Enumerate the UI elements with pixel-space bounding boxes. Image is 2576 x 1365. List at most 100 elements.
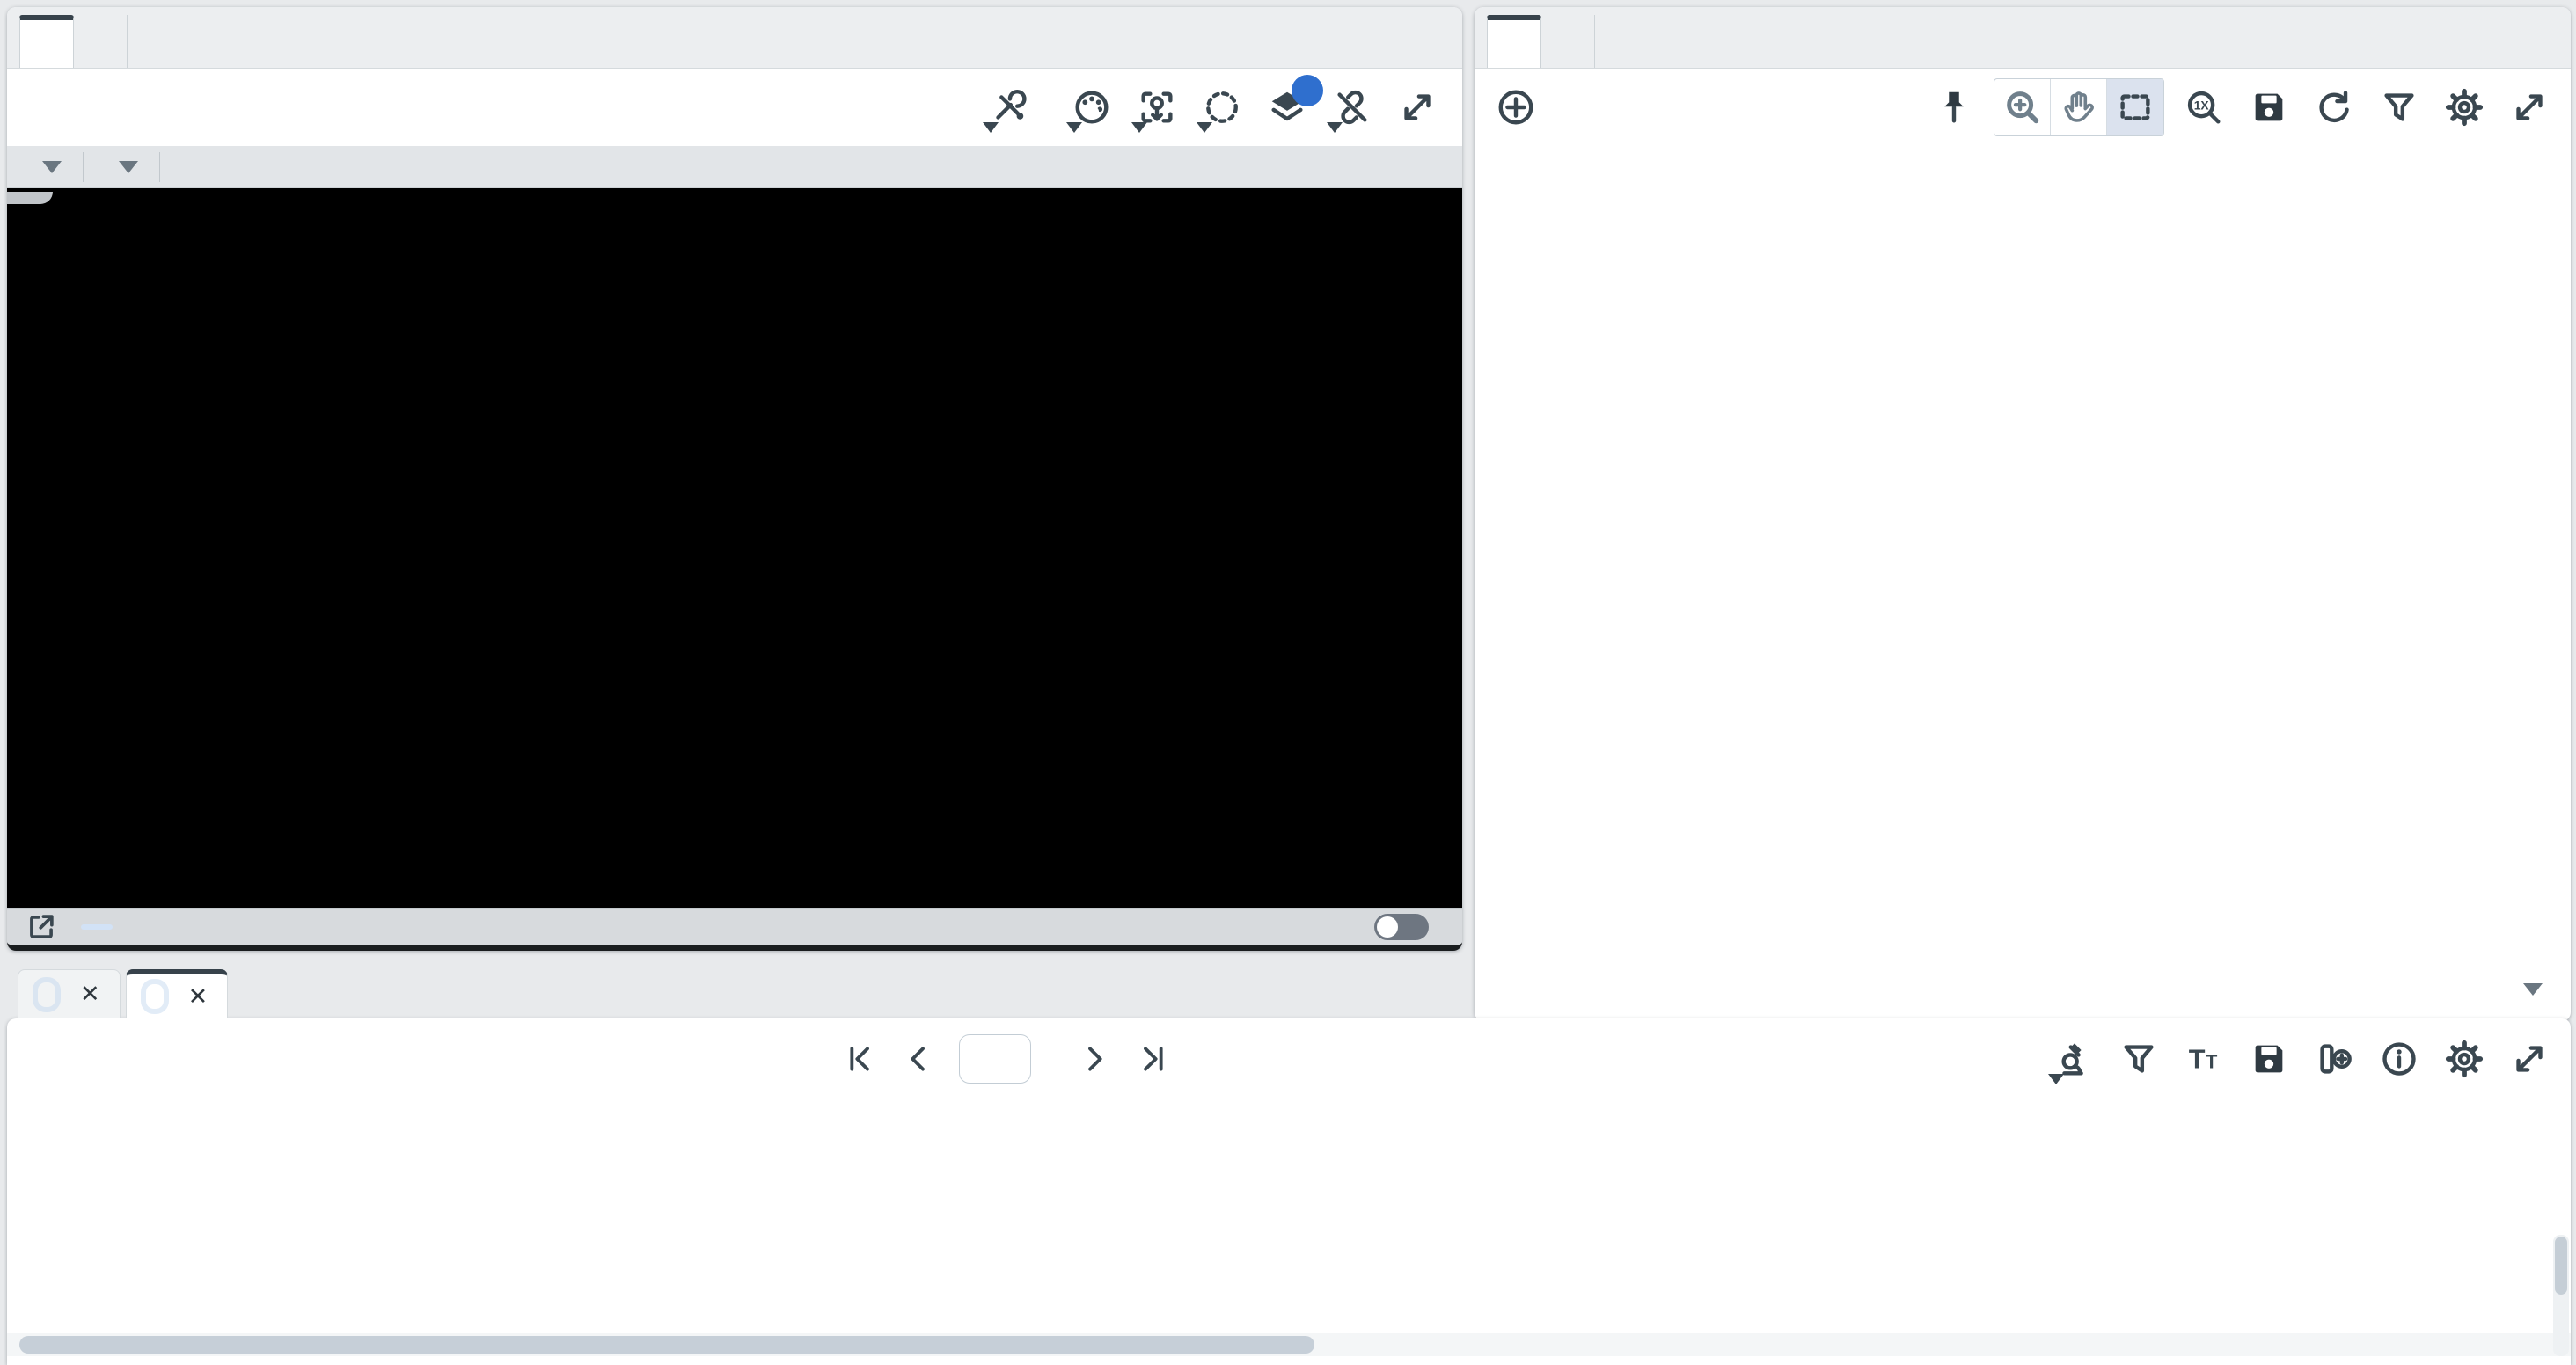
filter-table-button[interactable] bbox=[2111, 1032, 2166, 1086]
page-number-input[interactable] bbox=[959, 1034, 1031, 1084]
recenter-button[interactable] bbox=[1130, 80, 1184, 135]
circle-plus-icon bbox=[1496, 87, 1536, 128]
table-settings-button[interactable] bbox=[2437, 1032, 2492, 1086]
text-view-button[interactable] bbox=[2177, 1032, 2231, 1086]
chart-toolbar bbox=[1475, 69, 2571, 146]
gear-icon bbox=[2444, 87, 2485, 128]
close-icon[interactable]: ✕ bbox=[80, 981, 100, 1008]
projection-dropdown[interactable] bbox=[84, 146, 159, 187]
zoom-mode-button[interactable] bbox=[1994, 79, 2051, 135]
text-Tt-icon bbox=[2184, 1039, 2224, 1079]
color-palette-button[interactable] bbox=[1065, 80, 1119, 135]
vertical-scrollbar[interactable] bbox=[2553, 1235, 2569, 1356]
coverage-toolbar bbox=[7, 69, 1462, 146]
next-page-icon[interactable] bbox=[1077, 1041, 1112, 1077]
tools-button[interactable] bbox=[981, 80, 1036, 135]
last-page-icon[interactable] bbox=[1135, 1041, 1170, 1077]
sky-image bbox=[7, 188, 1462, 908]
hand-icon bbox=[2059, 87, 2099, 128]
layers-button[interactable] bbox=[1260, 80, 1314, 135]
table-toolbar bbox=[2041, 1018, 2562, 1099]
dropdown-caret-icon bbox=[1131, 122, 1147, 133]
survey-overlay-label bbox=[7, 192, 53, 204]
table-info-button[interactable] bbox=[2372, 1032, 2426, 1086]
tab-data-product[interactable] bbox=[74, 15, 128, 68]
select-rect-icon bbox=[2115, 87, 2155, 128]
collapse-table-chevron-icon[interactable] bbox=[2523, 983, 2543, 996]
table-color-dot bbox=[146, 984, 164, 1009]
sky-coverage-view[interactable] bbox=[7, 188, 1462, 908]
chart-settings-button[interactable] bbox=[2437, 80, 2492, 135]
tab-details[interactable] bbox=[1541, 15, 1595, 68]
save-chart-button[interactable] bbox=[2242, 80, 2296, 135]
prev-page-icon[interactable] bbox=[901, 1041, 936, 1077]
open-in-new-icon bbox=[25, 910, 58, 944]
dropdown-caret-icon bbox=[1066, 122, 1082, 133]
pin-icon bbox=[1934, 87, 1974, 128]
coverage-panel bbox=[7, 7, 1462, 951]
expand-button[interactable] bbox=[1390, 80, 1445, 135]
table-panel bbox=[7, 1018, 2571, 1365]
gear-icon bbox=[2444, 1039, 2485, 1079]
add-chart-button[interactable] bbox=[1489, 80, 1543, 135]
scatter-chart[interactable] bbox=[1475, 146, 2571, 1021]
open-in-new-button[interactable] bbox=[21, 909, 62, 945]
click-lock-toggle[interactable] bbox=[1374, 914, 1429, 940]
filter-funnel-icon bbox=[2119, 1039, 2159, 1079]
hscroll-thumb[interactable] bbox=[19, 1336, 1314, 1354]
chart-panel bbox=[1475, 7, 2571, 1021]
expand-icon bbox=[2509, 87, 2550, 128]
dropdown-caret-icon bbox=[2048, 1074, 2064, 1084]
layers-count-badge bbox=[1292, 75, 1323, 106]
chart-mode-group bbox=[1994, 78, 2164, 136]
expand-table-button[interactable] bbox=[2502, 1032, 2557, 1086]
chevron-down-icon bbox=[42, 161, 62, 173]
coverage-statusbar bbox=[7, 908, 1462, 951]
zoom-1x-icon bbox=[2184, 87, 2224, 128]
save-icon bbox=[2249, 87, 2289, 128]
save-table-button[interactable] bbox=[2242, 1032, 2296, 1086]
info-icon bbox=[2379, 1039, 2419, 1079]
tab-active-chart[interactable] bbox=[1487, 15, 1541, 68]
expand-icon bbox=[1397, 87, 1438, 128]
rotate-icon bbox=[2314, 87, 2354, 128]
expand-icon bbox=[2509, 1039, 2550, 1079]
hips-moc-dropdown[interactable] bbox=[7, 146, 83, 187]
toggle-knob bbox=[1377, 916, 1398, 938]
table-tab-2[interactable]: ✕ bbox=[126, 969, 229, 1018]
expand-chart-button[interactable] bbox=[2502, 80, 2557, 135]
save-icon bbox=[2249, 1039, 2289, 1079]
firefly-app: ✕ ✕ bbox=[0, 0, 2576, 1365]
divider bbox=[159, 152, 160, 182]
select-region-button[interactable] bbox=[1195, 80, 1249, 135]
table-color-dot bbox=[38, 982, 55, 1007]
table-tab-1[interactable]: ✕ bbox=[18, 969, 121, 1018]
zoom-original-button[interactable] bbox=[2177, 80, 2231, 135]
view-options-bar bbox=[7, 146, 1462, 188]
pin-chart-button[interactable] bbox=[1927, 80, 1981, 135]
vscroll-thumb[interactable] bbox=[2555, 1237, 2567, 1295]
dropdown-caret-icon bbox=[1327, 122, 1343, 133]
chevron-down-icon bbox=[119, 161, 138, 173]
chart-tabstrip bbox=[1475, 7, 2571, 69]
close-icon[interactable]: ✕ bbox=[188, 983, 209, 1011]
restore-chart-button[interactable] bbox=[2307, 80, 2361, 135]
unlink-button[interactable] bbox=[1325, 80, 1379, 135]
pan-mode-button[interactable] bbox=[2051, 79, 2107, 135]
tab-coverage[interactable] bbox=[19, 15, 74, 68]
coverage-tabstrip bbox=[7, 7, 1462, 69]
filter-funnel-icon bbox=[2379, 87, 2419, 128]
table-tabstrip: ✕ ✕ bbox=[18, 964, 233, 1018]
filter-chart-button[interactable] bbox=[2372, 80, 2426, 135]
job-monitor-button[interactable] bbox=[2046, 1032, 2101, 1086]
table-pager-bar bbox=[7, 1018, 2571, 1099]
select-mode-button[interactable] bbox=[2107, 79, 2163, 135]
first-page-icon[interactable] bbox=[843, 1041, 878, 1077]
zoom-in-icon bbox=[2002, 87, 2043, 128]
dropdown-caret-icon bbox=[983, 122, 999, 133]
add-column-icon bbox=[2314, 1039, 2354, 1079]
horizontal-scrollbar[interactable] bbox=[7, 1333, 2571, 1356]
add-column-button[interactable] bbox=[2307, 1032, 2361, 1086]
pagination bbox=[843, 1018, 1193, 1099]
dropdown-caret-icon bbox=[1197, 122, 1212, 133]
